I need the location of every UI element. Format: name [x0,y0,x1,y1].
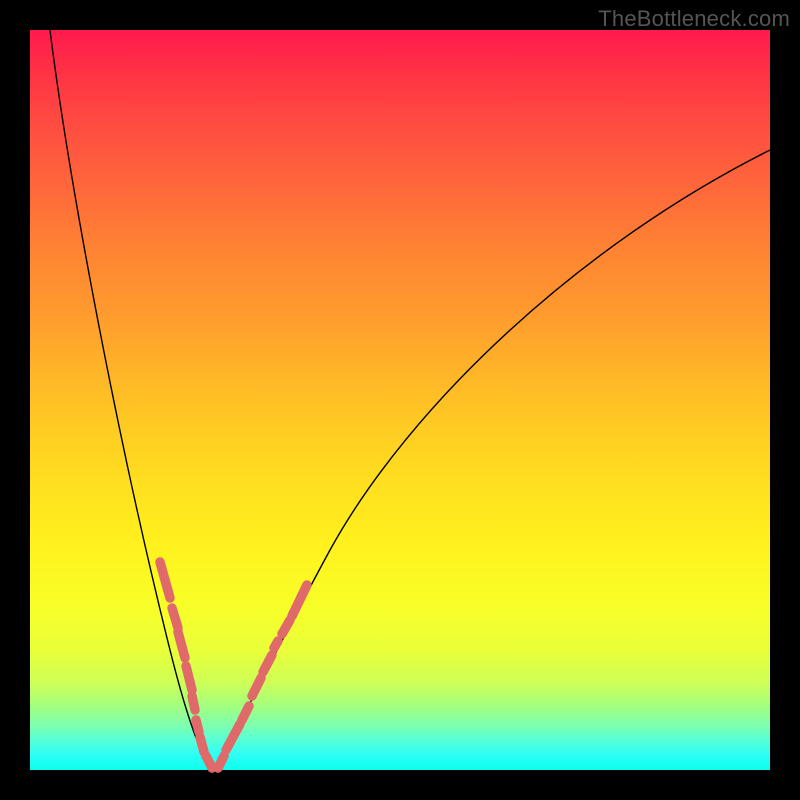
curve-right-branch [215,150,770,770]
curve-left-branch [50,30,215,770]
marker-left-3 [178,632,185,658]
marker-right-6 [274,641,278,648]
marker-right-3 [242,706,249,720]
marker-left-1 [160,562,170,598]
chart-svg [30,30,770,770]
marker-right-4 [252,678,261,696]
watermark-text: TheBottleneck.com [598,6,790,32]
marker-right-7 [282,620,290,634]
marker-left-6 [196,720,199,732]
marker-right-5 [263,655,272,672]
marker-left-4 [186,666,192,690]
marker-right-1 [218,756,224,768]
marker-left-5 [192,696,195,710]
marker-left-2 [172,608,178,628]
marker-right-2 [226,724,240,750]
marker-right-8 [292,585,307,616]
marker-left-8 [206,756,212,768]
marker-left-7 [200,737,204,752]
